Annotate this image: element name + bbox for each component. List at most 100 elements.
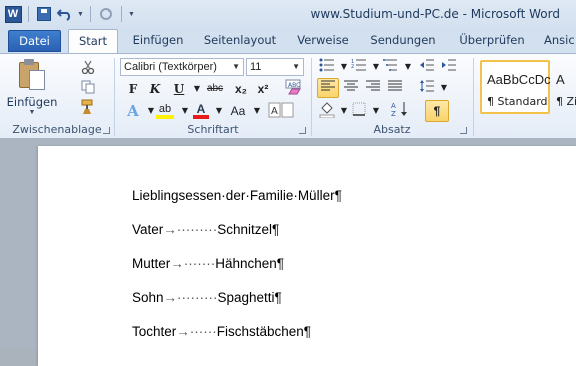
highlight-label: ab (158, 103, 172, 115)
copy-icon[interactable] (78, 78, 98, 96)
style-next[interactable]: A ¶ Zi (554, 60, 576, 114)
clear-formatting-icon[interactable]: ABC (284, 78, 304, 98)
group-paragraph: ▼ 12 ▼ ▼ ▼ ▼ ▼ A Z ¶ Absatz (313, 54, 471, 138)
numbering-icon[interactable]: 12 (349, 58, 369, 76)
align-right-icon[interactable] (363, 79, 383, 97)
paragraph-launcher-icon[interactable] (460, 127, 467, 134)
clipboard-launcher-icon[interactable] (103, 127, 110, 134)
highlight-button[interactable]: ab (154, 100, 176, 119)
line-spacing-icon[interactable] (417, 79, 437, 97)
font-color-label: A (196, 102, 206, 116)
svg-text:2: 2 (351, 64, 354, 70)
bullets-icon[interactable] (317, 58, 337, 76)
align-center-icon[interactable] (341, 79, 361, 97)
quick-access-toolbar: W ▼ ▼ (4, 5, 135, 23)
increase-indent-icon[interactable] (439, 58, 459, 76)
enclose-char-button[interactable]: A (266, 102, 296, 120)
qat-separator (28, 6, 29, 22)
word-logo-icon[interactable]: W (4, 5, 22, 23)
group-label-clipboard: Zwischenablage (12, 123, 102, 136)
title-bar: W ▼ ▼ www.Studium-und-PC.de - Microsoft … (0, 0, 576, 29)
change-case-button[interactable]: Aa (226, 102, 250, 120)
line-spacing-dropdown-icon[interactable]: ▼ (435, 79, 453, 97)
undo-dropdown-icon[interactable]: ▼ (77, 11, 84, 18)
font-size-select[interactable]: 11 ▼ (246, 58, 304, 76)
doc-line-right: Spaghetti¶ (217, 290, 282, 305)
text-effects-button[interactable]: A (124, 102, 142, 120)
paste-button[interactable]: Einfügen ▼ (6, 58, 58, 116)
align-left-button[interactable] (317, 78, 339, 98)
group-label-paragraph: Absatz (373, 123, 411, 136)
show-formatting-button[interactable]: ¶ (425, 100, 449, 122)
tab-sendungen[interactable]: Sendungen (366, 29, 440, 53)
doc-line: Mutter→·······Hähnchen¶ (132, 256, 284, 271)
group-clipboard: Einfügen ▼ Zwischenablage (0, 54, 114, 138)
sort-icon[interactable]: AZ (389, 101, 411, 119)
cut-icon[interactable] (78, 58, 98, 76)
doc-line-left: Mutter (132, 256, 171, 271)
format-painter-icon[interactable] (78, 98, 98, 116)
strikethrough-button[interactable]: abc (204, 80, 226, 98)
undo-icon[interactable] (56, 5, 74, 23)
group-separator (114, 58, 115, 136)
subscript-button[interactable]: x₂ (232, 80, 250, 98)
doc-line-left: Vater (132, 222, 164, 237)
tab-ueberpruefen[interactable]: Überprüfen (452, 29, 532, 53)
doc-line-left: Sohn (132, 290, 164, 305)
style-sample-text-2: A (556, 72, 565, 87)
font-color-bar (193, 115, 209, 119)
shading-icon[interactable] (317, 102, 337, 120)
doc-line: Sohn→·········Spaghetti¶ (132, 290, 282, 305)
tab-marker: →······ (176, 324, 217, 339)
decrease-indent-icon[interactable] (417, 58, 437, 76)
tab-einfuegen[interactable]: Einfügen (130, 29, 186, 53)
underline-button[interactable]: U (170, 80, 188, 98)
qat-separator (120, 6, 122, 22)
paste-icon (17, 58, 47, 92)
style-name-standard: ¶ Standard (487, 95, 548, 108)
font-name-select[interactable]: Calibri (Textkörper) ▼ (120, 58, 244, 76)
document-area: Lieblingsessen·der·Familie·Müller¶ Vater… (0, 140, 576, 366)
justify-icon[interactable] (385, 79, 405, 97)
tab-start[interactable]: Start (68, 29, 118, 53)
group-separator (473, 58, 474, 136)
group-font: Calibri (Textkörper) ▼ 11 ▼ F K U ▼ abc … (116, 54, 310, 138)
style-standard[interactable]: AaBbCcDc ¶ Standard (480, 60, 551, 114)
doc-line-left: Tochter (132, 324, 177, 339)
superscript-button[interactable]: x² (254, 80, 272, 98)
multilevel-dropdown-icon[interactable]: ▼ (399, 58, 417, 76)
customize-qat-icon[interactable]: ▼ (128, 11, 135, 18)
tab-ansicht[interactable]: Ansic (544, 29, 576, 53)
font-launcher-icon[interactable] (299, 127, 306, 134)
borders-dropdown-icon[interactable]: ▼ (367, 102, 385, 120)
redo-icon[interactable] (97, 5, 115, 23)
window-title: www.Studium-und-PC.de - Microsoft Word (310, 7, 560, 21)
ribbon: Einfügen ▼ Zwischenablage Calibri (Textk… (0, 53, 576, 139)
style-name-next: ¶ Zi (556, 95, 576, 108)
paste-dropdown-icon: ▼ (28, 109, 36, 116)
doc-line: Vater→·········Schnitzel¶ (132, 222, 279, 237)
svg-text:ABC: ABC (288, 82, 300, 89)
change-case-dropdown-icon[interactable]: ▼ (248, 102, 266, 120)
paste-label: Einfügen (6, 95, 58, 109)
chevron-down-icon: ▼ (292, 62, 300, 71)
doc-heading: Lieblingsessen·der·Familie·Müller¶ (132, 188, 342, 203)
doc-line-right: Schnitzel¶ (217, 222, 280, 237)
tab-datei[interactable]: Datei (8, 30, 61, 52)
doc-line-right: Fischstäbchen¶ (216, 324, 312, 339)
borders-icon[interactable] (349, 102, 369, 120)
tab-verweise[interactable]: Verweise (292, 29, 354, 53)
save-icon[interactable] (35, 5, 53, 23)
chevron-down-icon: ▼ (232, 62, 240, 71)
ribbon-tabs: Datei Start Einfügen Seitenlayout Verwei… (0, 29, 576, 53)
multilevel-list-icon[interactable] (381, 58, 401, 76)
svg-text:Z: Z (391, 110, 396, 117)
tab-seitenlayout[interactable]: Seitenlayout (200, 29, 280, 53)
style-sample-text: AaBbCcDc (487, 72, 551, 87)
bold-button[interactable]: F (124, 80, 142, 98)
italic-button[interactable]: K (146, 80, 164, 98)
group-label-font: Schriftart (187, 123, 239, 136)
tab-marker: →········· (163, 290, 218, 305)
font-color-button[interactable]: A (192, 100, 210, 119)
document-page[interactable]: Lieblingsessen·der·Familie·Müller¶ Vater… (38, 146, 576, 366)
